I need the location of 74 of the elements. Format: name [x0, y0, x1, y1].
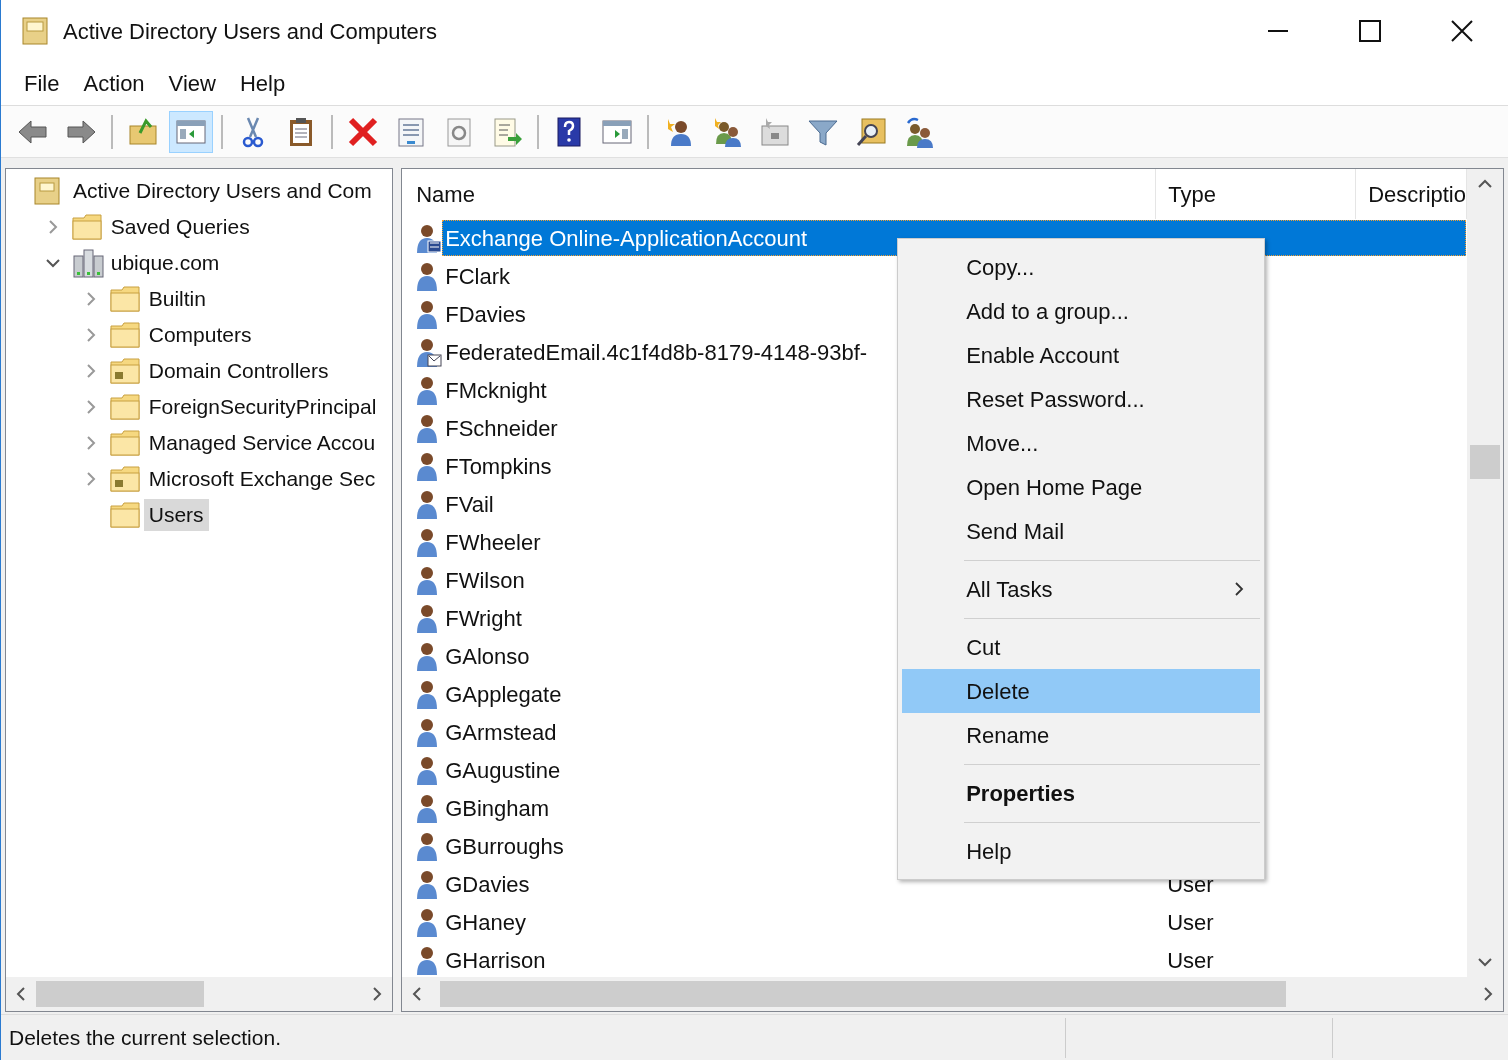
menu-item[interactable]: View: [157, 67, 227, 100]
column-header[interactable]: Type: [1156, 169, 1357, 219]
tree-item[interactable]: Users: [143, 499, 209, 531]
name-cell[interactable]: FederatedEmail.4c1f4d8b-8179-4148-93bf-: [442, 334, 869, 370]
tree-item[interactable]: Active Directory Users and Com: [68, 175, 377, 207]
column-header[interactable]: Name: [402, 169, 1157, 219]
app-icon: [21, 16, 49, 46]
menu-item[interactable]: Add to a group...: [902, 289, 1261, 333]
menu-item[interactable]: Properties: [902, 771, 1261, 815]
menu-item[interactable]: Copy...: [902, 245, 1261, 289]
folder-icon: [71, 214, 102, 240]
maximize-icon: [1359, 20, 1381, 42]
user-icon: [414, 337, 443, 367]
tree-item[interactable]: Computers: [143, 319, 257, 351]
menu-item[interactable]: Delete: [902, 669, 1261, 713]
name-cell[interactable]: FWilson: [442, 562, 526, 598]
menu-item[interactable]: Help: [902, 829, 1261, 873]
user-icon: [414, 223, 443, 253]
folder-icon: [109, 430, 140, 456]
name-cell[interactable]: GAlonso: [442, 638, 531, 674]
name-cell[interactable]: GDavies: [442, 866, 531, 902]
name-cell[interactable]: GAugustine: [442, 752, 562, 788]
menu-item[interactable]: Help: [228, 67, 297, 100]
tree-item[interactable]: Managed Service Accou: [143, 427, 381, 459]
name-cell[interactable]: FMcknight: [442, 372, 548, 408]
menu-item[interactable]: Cut: [902, 625, 1261, 669]
tree-item[interactable]: Saved Queries: [105, 211, 255, 243]
scrollbar-thumb[interactable]: [440, 981, 1287, 1007]
vertical-scrollbar[interactable]: [1467, 169, 1503, 977]
name-cell[interactable]: FTompkins: [442, 448, 553, 484]
name-cell[interactable]: FVail: [442, 486, 495, 522]
menu-item[interactable]: Send Mail: [902, 509, 1261, 553]
folder-icon: [109, 394, 140, 420]
menu-item[interactable]: All Tasks: [902, 567, 1261, 611]
name-cell[interactable]: GApplegate: [442, 676, 563, 712]
server-icon: [71, 248, 104, 278]
minimize-icon: [1268, 30, 1288, 32]
tree-item[interactable]: Domain Controllers: [143, 355, 334, 387]
menu-item[interactable]: Move...: [902, 421, 1261, 465]
close-icon: [1451, 20, 1473, 42]
scrollbar-thumb[interactable]: [36, 981, 204, 1007]
tree-item[interactable]: Microsoft Exchange Sec: [143, 463, 381, 495]
type-cell-text: User: [1166, 946, 1214, 975]
name-cell[interactable]: GHaney: [442, 904, 527, 940]
menu-item[interactable]: File: [13, 67, 71, 100]
name-cell[interactable]: FDavies: [442, 296, 527, 332]
name-cell[interactable]: FWheeler: [442, 524, 542, 560]
folder-icon: [109, 466, 140, 492]
folder-icon: [109, 286, 140, 312]
name-cell[interactable]: GHarrison: [442, 942, 547, 977]
window-title: Active Directory Users and Computers: [63, 17, 438, 46]
tree-item[interactable]: Builtin: [143, 283, 211, 315]
name-cell[interactable]: GBurroughs: [442, 828, 565, 864]
name-cell[interactable]: FSchneider: [442, 410, 559, 446]
name-cell[interactable]: FClark: [442, 258, 511, 294]
horizontal-scrollbar[interactable]: [6, 977, 393, 1011]
name-cell[interactable]: GBingham: [442, 790, 551, 826]
menu-item[interactable]: Enable Account: [902, 333, 1261, 377]
folder-icon: [109, 358, 140, 384]
status-text: Deletes the current selection.: [8, 1024, 282, 1051]
scrollbar-thumb[interactable]: [1470, 445, 1500, 479]
tree-item[interactable]: ForeignSecurityPrincipal: [143, 391, 382, 423]
name-cell[interactable]: FWright: [442, 600, 523, 636]
menu-item[interactable]: Open Home Page: [902, 465, 1261, 509]
folder-icon: [109, 502, 140, 528]
type-cell-text: User: [1166, 908, 1214, 937]
tree-item[interactable]: ubique.com: [105, 247, 225, 279]
snap-in-icon: [34, 177, 60, 205]
menu-item[interactable]: Reset Password...: [902, 377, 1261, 421]
menu-item[interactable]: Action: [72, 67, 156, 100]
name-cell[interactable]: GArmstead: [442, 714, 558, 750]
horizontal-scrollbar[interactable]: [402, 977, 1503, 1011]
folder-icon: [109, 322, 140, 348]
menu-item[interactable]: Rename: [902, 713, 1261, 757]
